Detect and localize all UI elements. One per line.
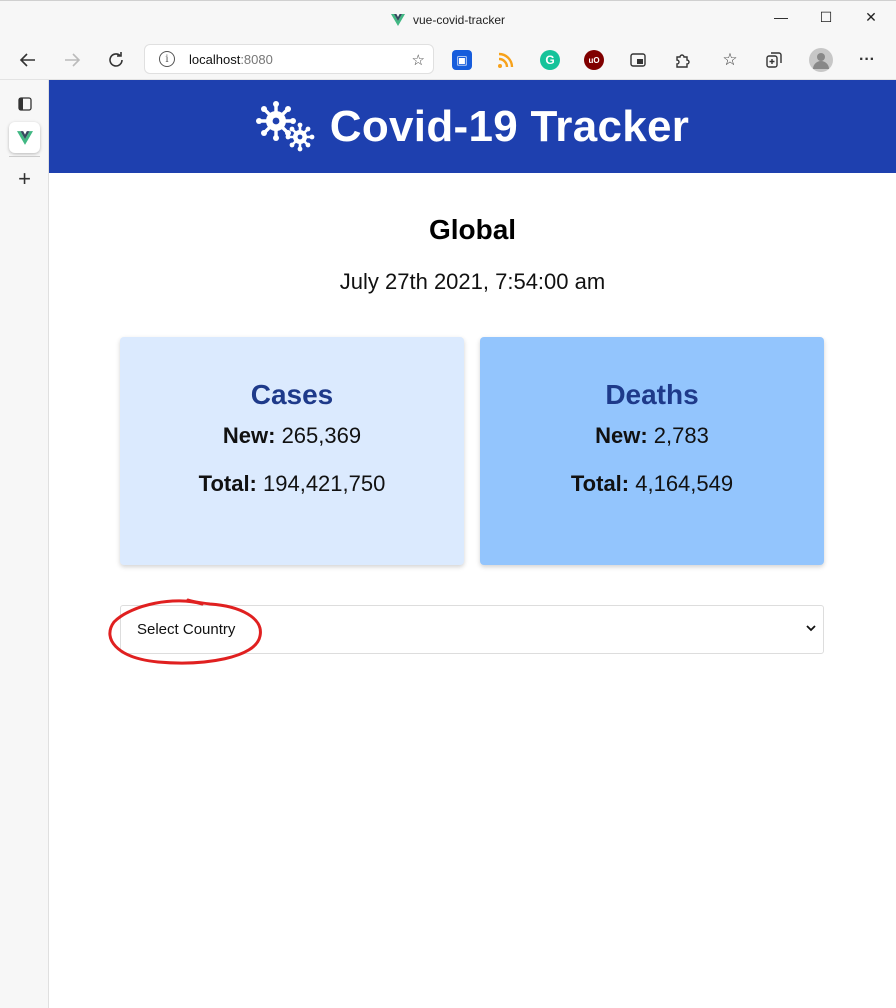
deaths-total-value: 4,164,549 [629,471,734,496]
cases-new-value: 265,369 [275,423,362,448]
cases-total-value: 194,421,750 [256,471,386,496]
data-date: July 27th 2021, 7:54:00 am [339,269,606,294]
vue-devtools-tab[interactable] [9,122,40,153]
back-button[interactable] [14,46,42,74]
maximize-button[interactable]: ☐ [803,1,849,33]
vertical-tabs-sidebar: + [0,80,49,1008]
back-arrow-icon [19,53,35,67]
site-header: Covid-19 Tracker [49,80,896,173]
window-titlebar: vue-covid-tracker — ☐ ✕ [0,0,896,40]
deaths-title: Deaths [605,379,699,410]
deaths-new: New: 2,783 [480,423,824,449]
vue-logo-icon [390,14,405,26]
profile-icon[interactable] [809,48,833,72]
tab-actions-icon[interactable] [9,88,40,119]
virus-icon [255,100,315,151]
cases-new: New: 265,369 [120,423,464,449]
ublock-icon[interactable]: uO [584,50,604,70]
add-favorite-icon[interactable]: ☆ [412,51,425,69]
forward-button[interactable] [58,46,86,74]
more-icon[interactable]: ··· [857,50,877,70]
address-bar[interactable]: i localhost:8080 ☆ [144,44,434,74]
grammarly-icon[interactable]: G [540,50,560,70]
picture-in-picture-icon[interactable] [628,50,648,70]
cases-title: Cases [250,379,334,410]
forward-arrow-icon [65,53,81,67]
page-content: Covid-19 Tracker Global July 27th 2021, … [49,80,896,1008]
window-title: vue-covid-tracker [412,13,506,27]
cases-new-label: New: [222,423,276,448]
cases-total-label: Total: [198,471,257,496]
extensions-icon[interactable] [672,50,692,70]
chevron-down-icon [806,625,816,632]
deaths-total: Total: 4,164,549 [480,471,824,497]
collections-icon[interactable] [764,50,784,70]
country-select[interactable]: Select Country [120,605,824,654]
cases-total: Total: 194,421,750 [120,471,464,497]
url-host: localhost [189,51,241,67]
cases-card: Cases New: 265,369 Total: 194,421,750 [120,337,464,565]
country-select-value: Select Country [137,621,236,638]
browser-toolbar: i localhost:8080 ☆ ▣ G uO ☆ ··· [0,40,896,80]
deaths-new-label: New: [595,423,648,448]
sidebar-divider [9,156,40,157]
deaths-new-value: 2,783 [647,423,709,448]
site-title: Covid-19 Tracker [329,101,690,151]
refresh-icon [109,52,123,67]
add-icon[interactable]: + [9,163,40,194]
refresh-button[interactable] [102,46,130,74]
minimize-button[interactable]: — [758,1,804,33]
close-button[interactable]: ✕ [848,1,894,33]
deaths-total-label: Total: [570,471,630,496]
bitwarden-icon[interactable]: ▣ [452,50,472,70]
site-info-icon[interactable]: i [159,51,175,67]
url-port: :8080 [240,51,273,67]
region-title: Global [428,214,517,245]
deaths-card: Deaths New: 2,783 Total: 4,164,549 [480,337,824,565]
rss-icon[interactable] [496,50,516,70]
favorites-icon[interactable]: ☆ [720,50,740,70]
